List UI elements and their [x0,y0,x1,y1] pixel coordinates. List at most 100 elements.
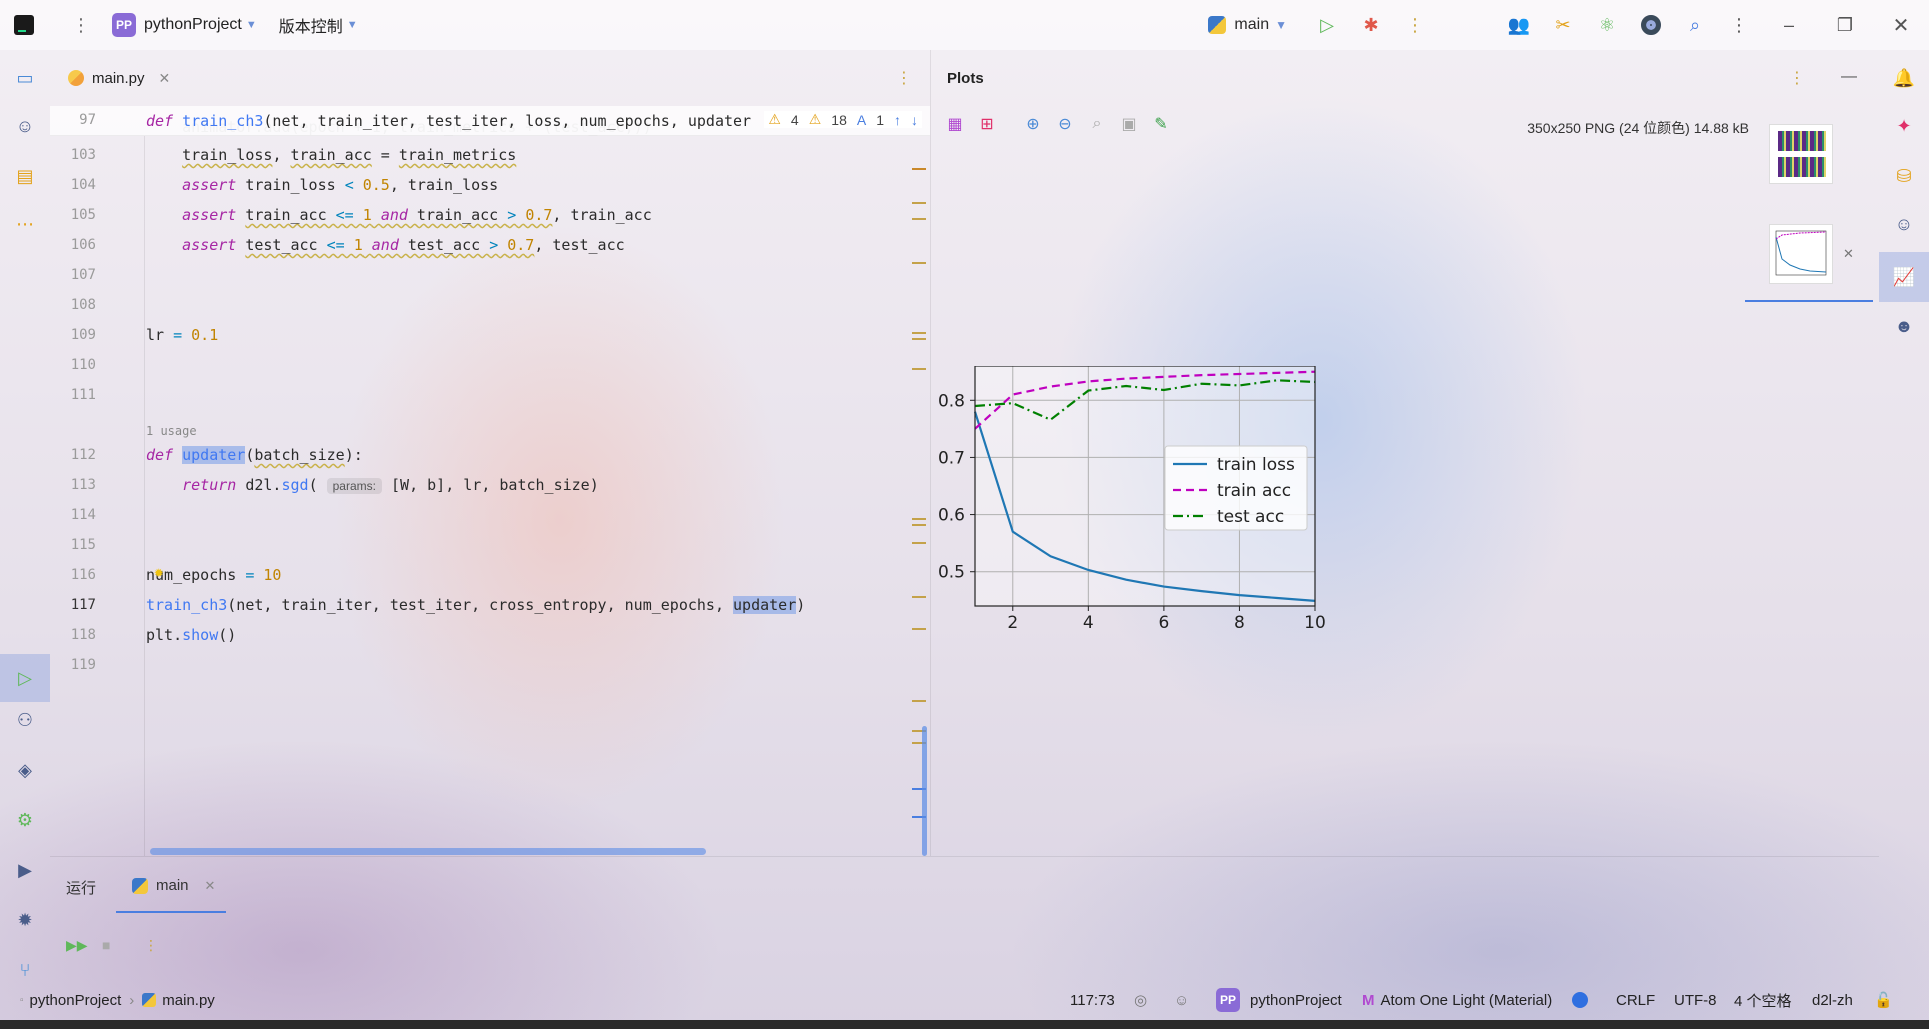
run-options-icon[interactable]: ⋮ [144,937,158,954]
color-picker-icon[interactable]: ✎ [1151,114,1171,134]
tab-label: main.py [92,69,145,87]
zoom-in-icon[interactable]: ⊕ [1023,114,1043,134]
main-menu-icon[interactable]: ⋮ [72,15,90,36]
atom-icon[interactable]: ⚛ [1585,0,1629,50]
restore-icon[interactable]: ❐ [1817,0,1873,50]
file-encoding[interactable]: UTF-8 [1674,980,1717,1020]
code-line: num_epochs = 10 [146,566,282,584]
hide-panel-icon[interactable]: — [1841,68,1857,86]
copilot-status-icon[interactable]: ☺ [1174,980,1189,1020]
plots-options-icon[interactable]: ⋮ [1789,68,1805,88]
python-console-icon[interactable]: ⚇ [11,706,39,734]
build-tools-icon[interactable]: ✂ [1541,0,1585,50]
stripe-mark [912,262,926,264]
notifications-icon[interactable]: 🔔 [1890,64,1918,92]
search-icon[interactable]: ⌕ [1673,0,1717,50]
vertical-scrollbar[interactable] [922,726,927,856]
code-with-me-icon[interactable]: 👥 [1497,0,1541,50]
inspection-widget[interactable]: ⚠ 4 ⚠ 18 A1 ↑ ↓ [764,111,922,128]
checkerboard-icon[interactable]: ▦ [945,114,965,134]
vcs-menu[interactable]: 版本控制 [279,13,343,37]
line-ending[interactable]: CRLF [1616,980,1655,1020]
pycharm-logo-icon[interactable] [14,15,34,35]
code-line: def updater(batch_size): [146,446,363,464]
lock-icon[interactable]: 🔓 [1874,980,1893,1020]
copilot-icon[interactable]: ☺ [11,112,39,140]
warning-count: 4 [790,111,799,128]
line-number: 112 [70,447,96,463]
run-config-selector[interactable]: main ▼ [1208,16,1287,34]
more-tools-icon[interactable]: ⋯ [11,210,39,238]
line-number: 113 [70,477,96,493]
read-only-toggle-icon[interactable]: ◎ [1134,980,1147,1020]
stop-icon[interactable]: ■ [102,937,110,953]
caret-position[interactable]: 117:73 [1070,980,1115,1020]
theme-color-dot[interactable] [1572,980,1588,1020]
python-icon [132,877,148,894]
y-tick-label: 0.6 [938,506,965,526]
code-editor[interactable]: 103 104 105 106 107 108 109 110 111 112 … [50,106,930,856]
usage-hint[interactable]: 1 usage [146,424,197,438]
plots-title: Plots [947,70,984,87]
python-icon [142,993,157,1007]
run-config-label: main [1234,16,1270,33]
project-name[interactable]: pythonProject [144,16,242,34]
run-icon[interactable]: ▷ [1305,0,1349,50]
copilot-chat-icon[interactable]: ☺ [1890,210,1918,238]
ai-assistant-icon[interactable]: ✦ [1890,112,1918,140]
close-icon[interactable]: ✕ [1873,0,1929,50]
run-tool-icon[interactable]: ▷ [0,654,50,702]
python-file-icon [68,70,84,86]
close-tab-icon[interactable]: ✕ [159,70,171,87]
code-line: train_loss, train_acc = train_metrics [182,146,517,164]
actual-size-icon[interactable]: ⌕ [1087,114,1107,134]
debug-icon[interactable]: ✱ [1349,0,1393,50]
interpreter-selector[interactable]: PP pythonProject [1216,980,1342,1020]
close-run-tab-icon[interactable]: ✕ [205,878,216,894]
project-badge[interactable]: PP [112,13,136,37]
chevron-down-icon[interactable]: ▼ [246,19,257,31]
thumbnail-image [1778,157,1826,177]
intention-bulb-icon[interactable]: ✹ [154,562,164,581]
left-tool-strip: ▭ ☺ ▤ ⋯ ▷ ⚇ ◈ ⚙ ▶ ✹ ⑂ [0,50,50,980]
rerun-icon[interactable]: ▶▶ [66,937,88,954]
breadcrumb-file[interactable]: main.py [162,992,215,1009]
run-tab-main[interactable]: main ✕ [132,877,215,894]
grid-icon[interactable]: ⊞ [977,114,997,134]
previous-highlight-icon[interactable]: ↑ [894,112,901,128]
fit-zoom-icon[interactable]: ▣ [1119,114,1139,134]
status-project: pythonProject [1250,991,1342,1009]
more-actions-icon[interactable]: ⋮ [1393,0,1437,50]
theme-selector[interactable]: M Atom One Light (Material) [1362,980,1552,1020]
chevron-down-icon[interactable]: ▼ [347,19,358,31]
param-hint: params: [326,478,382,494]
line-number: 118 [70,627,96,643]
zoom-out-icon[interactable]: ⊖ [1055,114,1075,134]
record-icon[interactable] [1629,0,1673,50]
terminal-icon[interactable]: ▶ [11,856,39,884]
warning-icon: ⚠ [768,111,781,127]
layers-icon[interactable]: ◈ [11,756,39,784]
close-plot-icon[interactable]: ✕ [1843,246,1854,262]
plots-icon[interactable]: 📈 [1879,252,1929,302]
y-tick-label: 0.5 [938,563,965,583]
problems-icon[interactable]: ✹ [11,906,39,934]
database-icon[interactable]: ⛁ [1890,162,1918,190]
tab-options-icon[interactable]: ⋮ [896,68,912,88]
horizontal-scrollbar[interactable] [150,848,706,855]
python-interpreter[interactable]: d2l-zh [1812,980,1853,1020]
indent-setting[interactable]: 4 个空格 [1734,980,1792,1020]
copilot-agent-icon[interactable]: ☻ [1890,312,1918,340]
plot-thumbnail[interactable] [1769,124,1833,184]
tab-main-py[interactable]: main.py ✕ [50,58,184,98]
plots-panel: Plots ⋮ — ▦ ⊞ ⊕ ⊖ ⌕ ▣ ✎ 350x250 PNG (24 … [930,50,1879,856]
project-view-icon[interactable]: ▭ [11,64,39,92]
settings-kebab-icon[interactable]: ⋮ [1717,0,1761,50]
breadcrumb-project[interactable]: pythonProject [30,992,122,1009]
structure-icon[interactable]: ▤ [11,162,39,190]
plot-thumbnail-selected[interactable] [1769,224,1833,284]
services-icon[interactable]: ⚙ [11,806,39,834]
minimize-icon[interactable]: – [1761,0,1817,50]
line-number: 103 [70,147,96,163]
sticky-scroll-header[interactable]: 97 def train_ch3(net, train_iter, test_i… [50,106,930,136]
